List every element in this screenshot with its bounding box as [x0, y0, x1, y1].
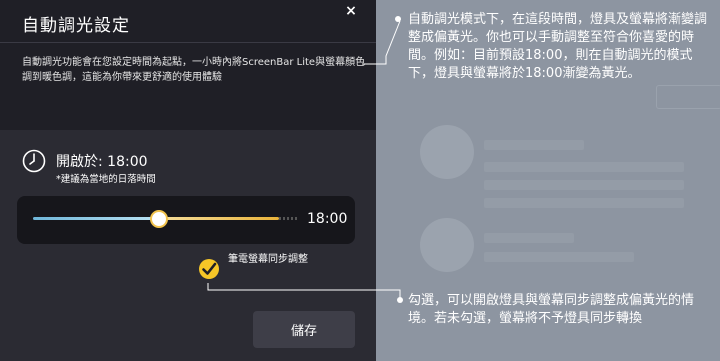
callout-bottom-text: 勾選，可以開啟燈具與螢幕同步調整成偏黃光的情境。若未勾選，螢幕將不予燈具同步轉換	[408, 293, 695, 326]
callout-top-text: 自動調光模式下，在這段時間，燈具及螢幕將漸變調整成偏黃光。你也可以手動調整至符合…	[408, 12, 708, 81]
leader-line-bottom	[207, 283, 401, 300]
leader-line-top	[362, 20, 401, 65]
callout-dot-top	[395, 16, 401, 22]
callout-dot-bottom	[397, 297, 403, 303]
